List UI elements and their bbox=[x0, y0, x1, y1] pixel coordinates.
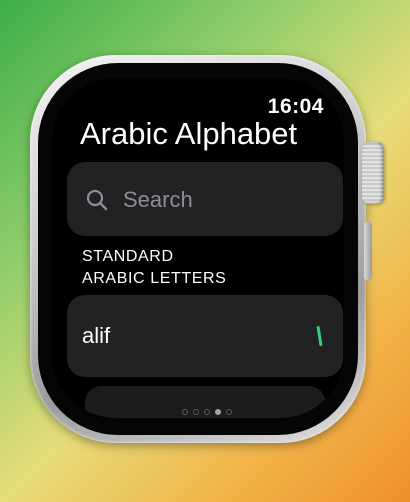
search-icon bbox=[85, 188, 109, 212]
page-dot bbox=[193, 409, 199, 415]
letter-name: alif bbox=[82, 323, 111, 348]
watch-screen: 16:04 Arabic Alphabet Search STANDARD AR… bbox=[52, 78, 344, 418]
page-dot bbox=[226, 409, 232, 415]
side-button[interactable] bbox=[364, 222, 372, 280]
search-field[interactable]: Search bbox=[67, 162, 343, 236]
page-dot-active bbox=[215, 409, 221, 415]
letter-list-item-alif[interactable]: alif bbox=[67, 295, 343, 377]
page-dot bbox=[182, 409, 188, 415]
page-title: Arabic Alphabet bbox=[80, 116, 298, 151]
letter-glyph bbox=[316, 325, 323, 347]
digital-crown[interactable] bbox=[362, 142, 384, 204]
page-dot bbox=[204, 409, 210, 415]
section-header-line-2: ARABIC LETTERS bbox=[82, 270, 227, 287]
section-header: STANDARD ARABIC LETTERS bbox=[82, 246, 226, 290]
page-indicator bbox=[172, 407, 242, 417]
search-placeholder: Search bbox=[123, 187, 193, 212]
section-header-line-1: STANDARD bbox=[82, 248, 174, 265]
